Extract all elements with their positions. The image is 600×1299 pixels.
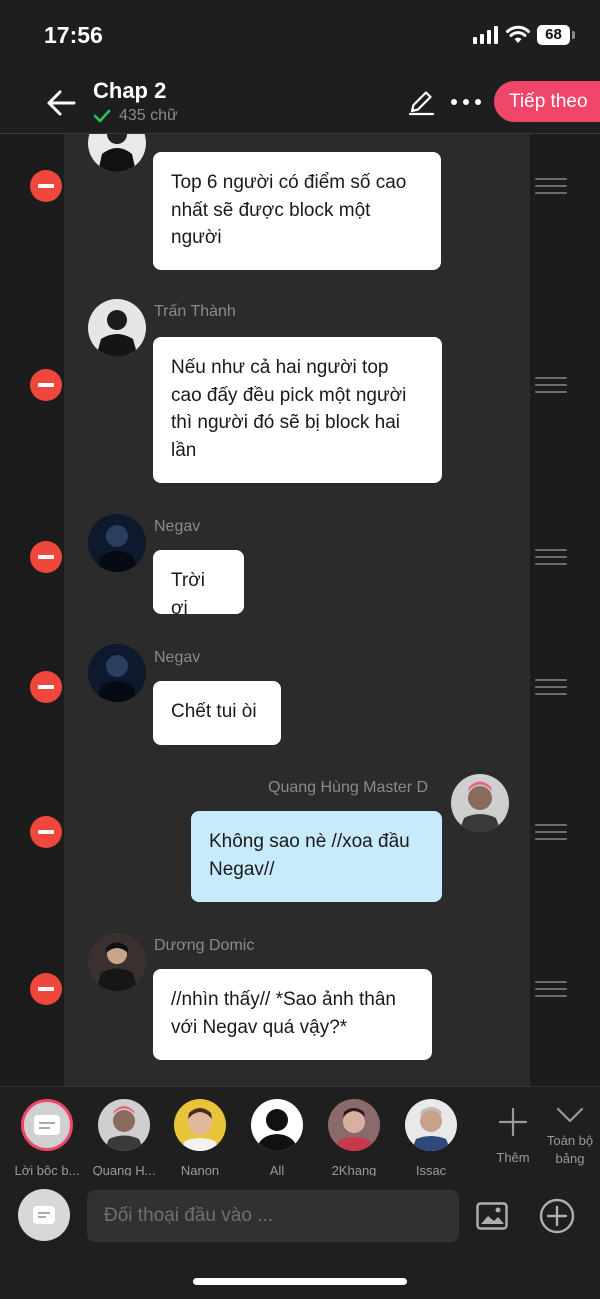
- chat-list[interactable]: Top 6 người có điểm số cao nhất sẽ được …: [0, 134, 600, 1086]
- avatar[interactable]: [88, 933, 146, 991]
- check-icon: [93, 109, 111, 123]
- sender-name: Quang Hùng Master D: [268, 779, 429, 796]
- image-icon[interactable]: [476, 1202, 508, 1230]
- character-nanon[interactable]: Nanon: [160, 1099, 240, 1178]
- sender-name: Negav: [154, 518, 201, 535]
- avatar: [174, 1099, 226, 1151]
- narration-icon: [33, 1206, 55, 1224]
- avatar[interactable]: [451, 774, 509, 832]
- battery-tip: [572, 31, 575, 39]
- all-board-label: Toàn bộ bảng: [546, 1133, 594, 1166]
- drag-handle-icon[interactable]: [535, 824, 567, 840]
- sender-name: Trấn Thành: [154, 303, 236, 320]
- home-indicator: [193, 1278, 407, 1285]
- input-bar: Đối thoại đầu vào ...: [0, 1176, 600, 1299]
- drag-handle-icon[interactable]: [535, 981, 567, 997]
- message-bubble[interactable]: //nhìn thấy// *Sao ảnh thân với Negav qu…: [153, 969, 432, 1060]
- status-bar: 17:56 68: [0, 0, 600, 70]
- battery-icon: 68: [537, 25, 570, 45]
- drag-handle-icon[interactable]: [535, 178, 567, 194]
- message-bubble[interactable]: Chết tui òi: [153, 681, 281, 745]
- avatar: [98, 1099, 150, 1151]
- delete-message-button[interactable]: [30, 973, 62, 1005]
- character-selector: Lời bộc b... Quang H... Nanon All 2Khang…: [0, 1086, 600, 1178]
- all-board-button[interactable]: Toàn bộ bảng: [540, 1105, 600, 1168]
- avatar: [328, 1099, 380, 1151]
- edit-pencil-icon[interactable]: [407, 88, 435, 116]
- message-bubble[interactable]: Không sao nè //xoa đầu Negav//: [191, 811, 442, 902]
- word-count: 435 chữ: [93, 107, 178, 125]
- character-narrator[interactable]: Lời bộc b...: [7, 1099, 87, 1178]
- message-bubble[interactable]: Nếu như cả hai người top cao đấy đều pic…: [153, 337, 442, 483]
- character-all[interactable]: All: [237, 1099, 317, 1178]
- drag-handle-icon[interactable]: [535, 549, 567, 565]
- message-bubble[interactable]: Top 6 người có điểm số cao nhất sẽ được …: [153, 152, 441, 270]
- character-2khang[interactable]: 2Khang: [314, 1099, 394, 1178]
- add-character-button[interactable]: Thêm: [488, 1107, 538, 1165]
- avatar[interactable]: [88, 644, 146, 702]
- delete-message-button[interactable]: [30, 541, 62, 573]
- wifi-icon: [506, 25, 530, 43]
- message-bubble[interactable]: Trời ơi: [153, 550, 244, 619]
- narrator-toggle-button[interactable]: [18, 1189, 70, 1241]
- chevron-down-icon: [556, 1107, 584, 1123]
- delete-message-button[interactable]: [30, 170, 62, 202]
- add-circle-icon[interactable]: [539, 1198, 575, 1234]
- character-quang-hung[interactable]: Quang H...: [84, 1099, 164, 1178]
- add-label: Thêm: [496, 1150, 530, 1165]
- sender-name: Dương Domic: [154, 937, 255, 954]
- plus-icon: [498, 1107, 528, 1137]
- avatar: [251, 1099, 303, 1151]
- character-issac[interactable]: Issac: [391, 1099, 471, 1178]
- word-count-text: 435 chữ: [119, 107, 178, 124]
- drag-handle-icon[interactable]: [535, 377, 567, 393]
- delete-message-button[interactable]: [30, 816, 62, 848]
- chapter-title[interactable]: Chap 2: [93, 78, 166, 104]
- drag-handle-icon[interactable]: [535, 679, 567, 695]
- cellular-signal-icon: [473, 26, 498, 44]
- avatar: [405, 1099, 457, 1151]
- avatar[interactable]: [88, 514, 146, 572]
- sender-name: Negav: [154, 649, 201, 666]
- avatar[interactable]: [88, 299, 146, 357]
- status-time: 17:56: [44, 22, 103, 48]
- more-options-icon[interactable]: [449, 90, 483, 114]
- narrator-avatar: [21, 1099, 73, 1151]
- delete-message-button[interactable]: [30, 671, 62, 703]
- dialogue-input[interactable]: Đối thoại đầu vào ...: [87, 1190, 459, 1242]
- chapter-header: Chap 2 435 chữ Tiếp theo: [0, 70, 600, 134]
- back-arrow-icon[interactable]: [44, 86, 78, 120]
- next-button[interactable]: Tiếp theo: [494, 81, 600, 122]
- delete-message-button[interactable]: [30, 369, 62, 401]
